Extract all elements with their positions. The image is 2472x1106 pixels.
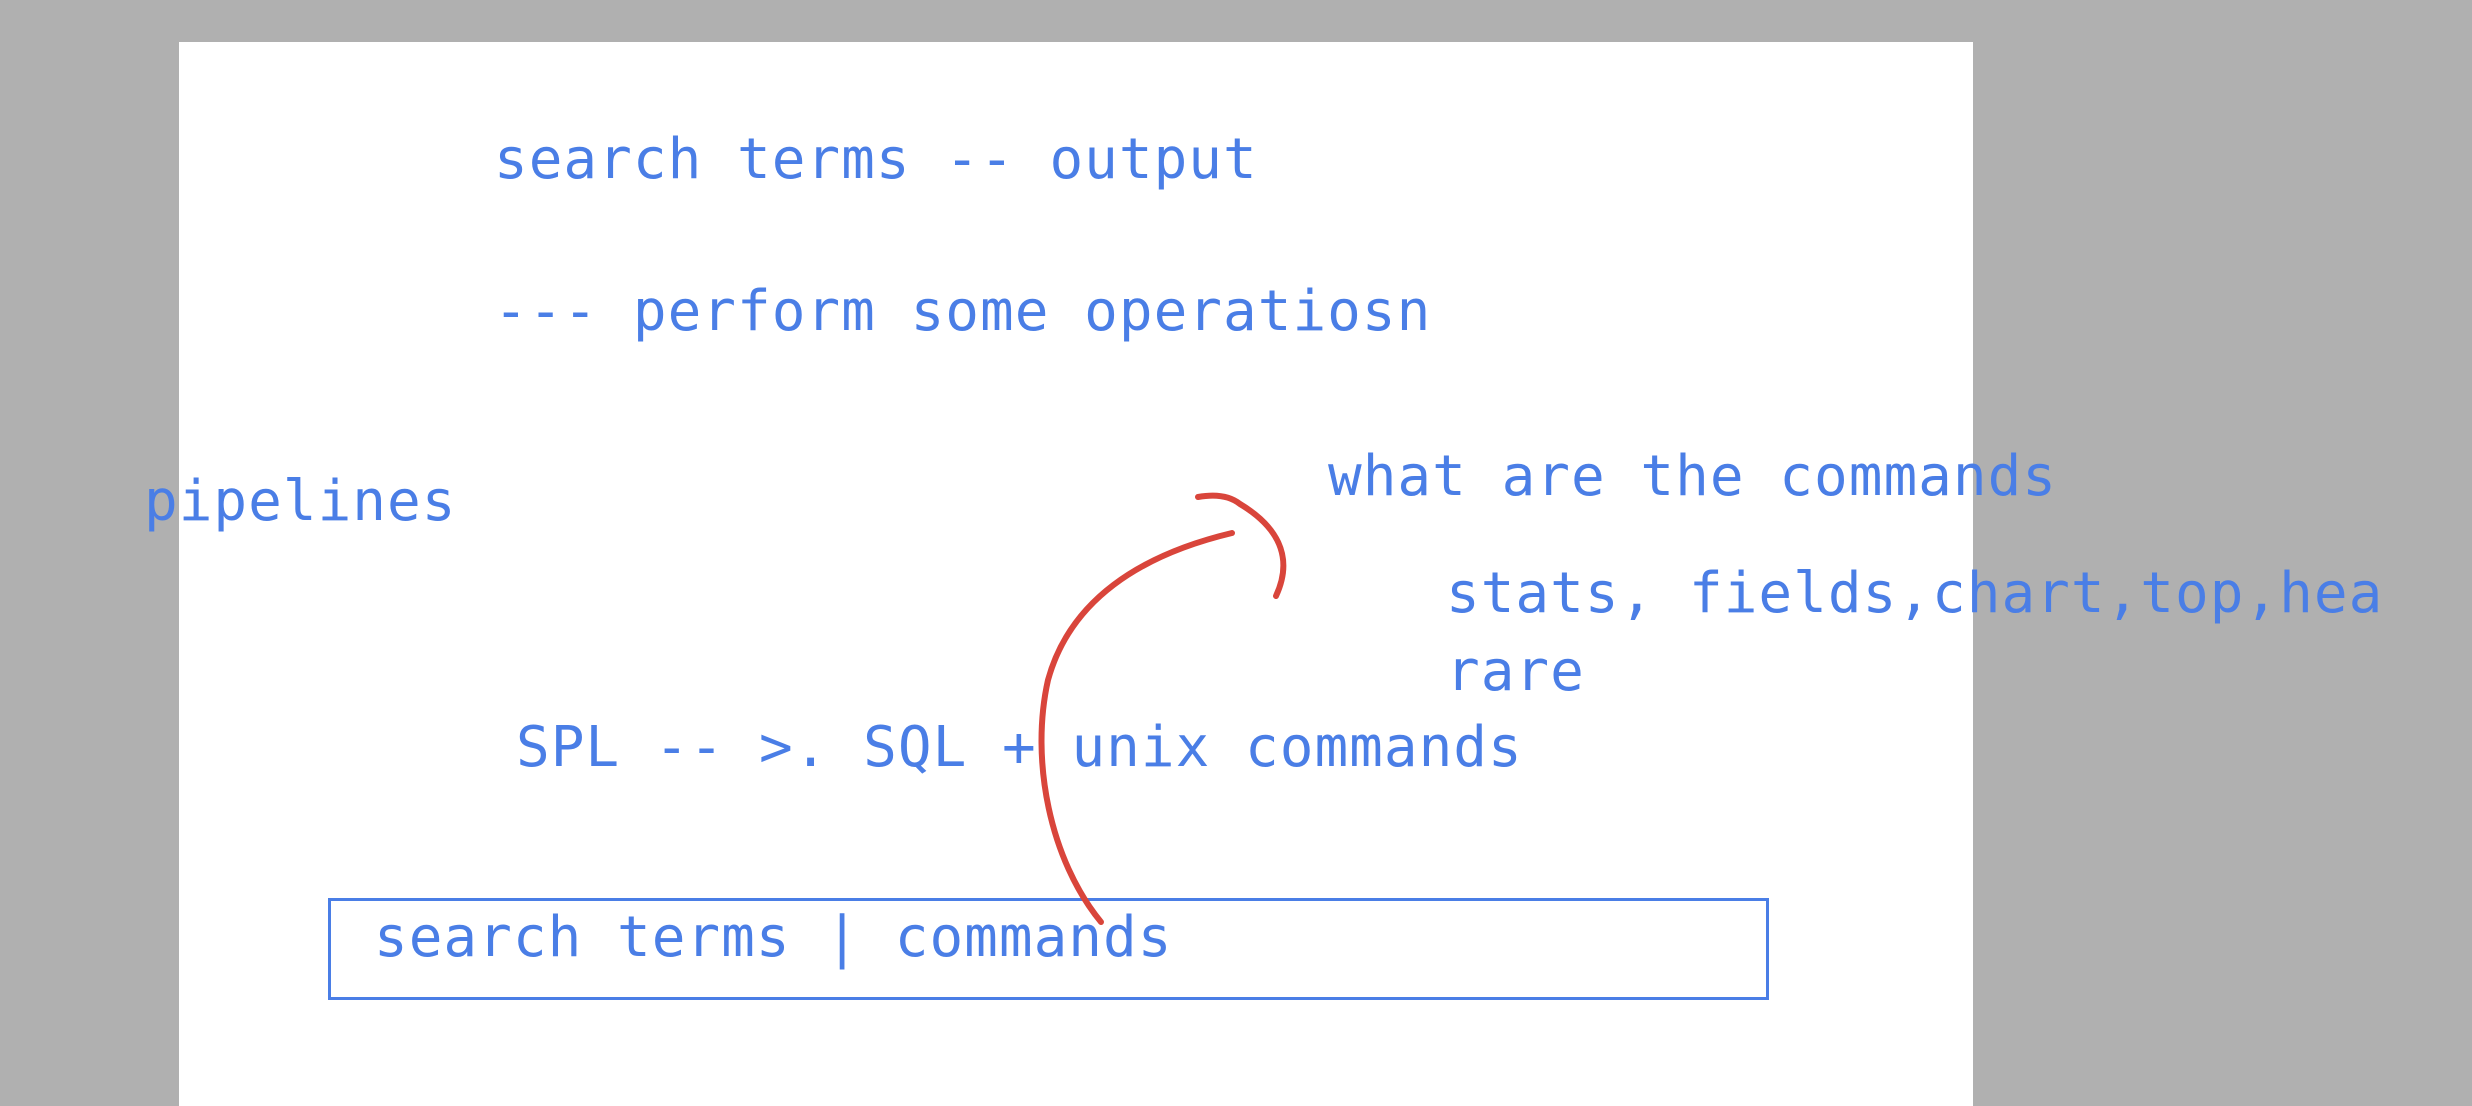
text-pipelines: pipelines bbox=[144, 469, 457, 534]
text-commands-list: stats, fields,chart,top,hea bbox=[1446, 561, 2384, 626]
text-what-are-commands: what are the commands bbox=[1328, 444, 2058, 509]
text-commands-rare: rare bbox=[1446, 639, 1585, 704]
canvas-area: search terms -- output --- perform some … bbox=[0, 0, 2472, 1106]
text-search-pipe-commands: search terms | commands bbox=[374, 905, 1173, 970]
text-spl-sql-unix: SPL -- >. SQL + unix commands bbox=[516, 715, 1523, 780]
text-search-output: search terms -- output bbox=[494, 127, 1258, 192]
text-perform-operations: --- perform some operatiosn bbox=[494, 279, 1432, 344]
